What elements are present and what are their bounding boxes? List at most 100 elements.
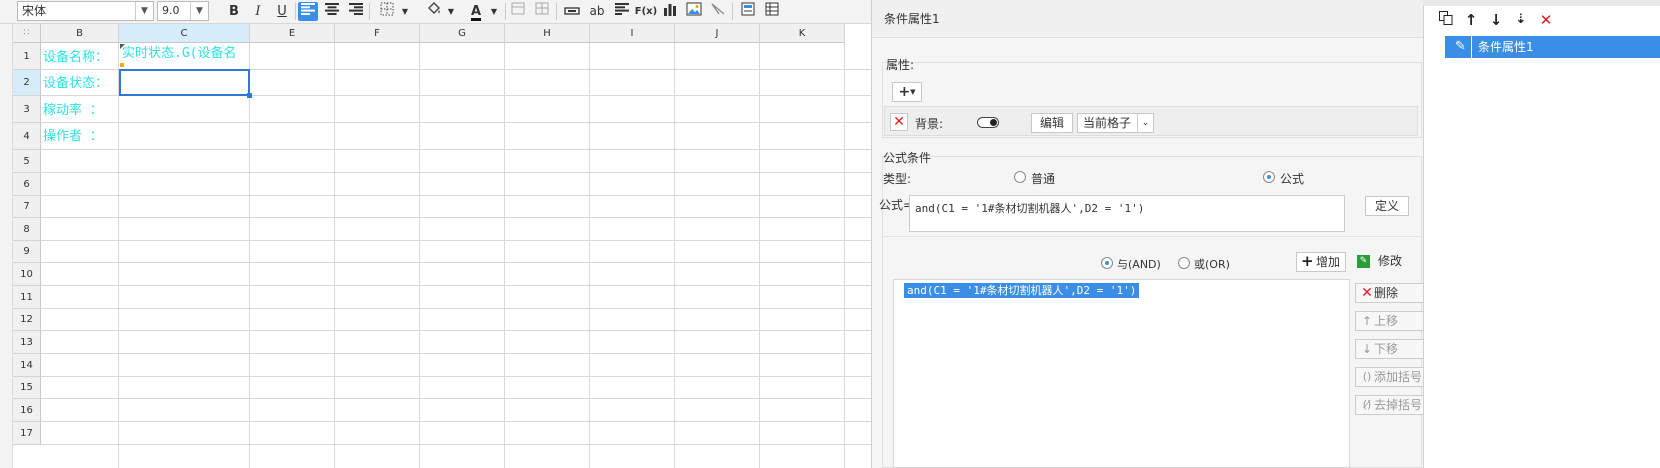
chevron-down-icon[interactable]: ▼ (441, 2, 461, 21)
row-header-9[interactable]: 9 (13, 241, 41, 263)
or-radio[interactable] (1178, 257, 1190, 269)
align-center-button[interactable] (322, 2, 342, 21)
row-header-2[interactable]: 2 (13, 70, 41, 96)
cell-c1[interactable]: 实时状态.G(设备名 (122, 43, 249, 65)
align-left-button[interactable] (298, 2, 318, 21)
split-cells-button[interactable] (532, 2, 552, 21)
delete-condition-button[interactable]: ✕ 删除 (1355, 283, 1429, 303)
scope-select[interactable]: 当前格子 ⌄ (1077, 113, 1154, 133)
add-condition-button[interactable]: + 增加 (1296, 252, 1346, 272)
cell-b4[interactable]: 操作者 ： (43, 124, 120, 150)
modify-icon: ✎ (1357, 255, 1370, 268)
condition-list-item[interactable]: and(C1 = '1#条材切割机器人',D2 = '1') (904, 283, 1140, 298)
selected-cell-c2[interactable] (119, 69, 252, 98)
chevron-down-icon[interactable]: ▼ (135, 2, 153, 20)
column-header-j[interactable]: J (675, 24, 760, 43)
cell-b1[interactable]: 设备名称： (43, 45, 120, 71)
column-header-g[interactable]: G (420, 24, 505, 43)
row-header-13[interactable]: 13 (13, 331, 41, 354)
italic-button[interactable]: I (248, 2, 268, 21)
row-header-6[interactable]: 6 (13, 173, 41, 196)
fill-handle[interactable] (247, 93, 252, 98)
move-up-icon[interactable]: ↑ (1461, 10, 1481, 30)
row-header-4[interactable]: 4 (13, 123, 41, 150)
add-attribute-button[interactable]: +▼ (892, 82, 922, 102)
border-button[interactable] (377, 2, 397, 21)
row-header-8[interactable]: 8 (13, 218, 41, 241)
text-field-button[interactable] (562, 2, 582, 21)
chevron-down-icon[interactable]: ▼ (395, 2, 415, 21)
column-header-b[interactable]: B (41, 24, 119, 43)
add-parenthesis-button[interactable]: () 添加括号 (1355, 367, 1429, 387)
column-header-f[interactable]: F (335, 24, 420, 43)
font-size-value: 9.0 (162, 4, 180, 17)
font-color-icon: A (470, 4, 482, 21)
row-header-16[interactable]: 16 (13, 399, 41, 422)
formula-button[interactable]: F(x) (634, 2, 658, 21)
chevron-down-icon[interactable]: ▼ (484, 2, 504, 21)
row-header-5[interactable]: 5 (13, 150, 41, 173)
row-header-15[interactable]: 15 (13, 377, 41, 399)
row-header-3[interactable]: 3 (13, 96, 41, 123)
slash-line-button[interactable] (708, 2, 728, 21)
column-header-h[interactable]: H (505, 24, 590, 43)
merge-cells-button[interactable] (508, 2, 528, 21)
grid-row-line (41, 149, 871, 150)
define-button[interactable]: 定义 (1365, 196, 1409, 216)
row-header-10[interactable]: 10 (13, 263, 41, 286)
column-header-e[interactable]: E (250, 24, 335, 43)
column-header-i[interactable]: I (590, 24, 675, 43)
row-header-1[interactable]: 1 (13, 43, 41, 70)
paragraph-button[interactable] (612, 2, 632, 21)
row-header-14[interactable]: 14 (13, 354, 41, 377)
grid-row-line (41, 330, 871, 331)
list-item-selected[interactable]: ✎ 条件属性1 (1445, 36, 1660, 58)
chart-button[interactable] (660, 2, 680, 21)
type-normal-radio[interactable] (1014, 171, 1026, 183)
cell-comment-marker (120, 44, 125, 49)
chevron-down-icon[interactable]: ▼ (190, 2, 208, 20)
delete-icon[interactable]: ✕ (1536, 10, 1556, 30)
cell-b2[interactable]: 设备状态： (43, 71, 120, 96)
font-family-select[interactable]: 宋体 ▼ (17, 1, 154, 21)
cell-b3[interactable]: 稼动率 ： (43, 97, 120, 124)
image-button[interactable] (684, 2, 704, 21)
font-size-select[interactable]: 9.0 ▼ (157, 1, 209, 21)
row-header-7[interactable]: 7 (13, 196, 41, 218)
select-all-corner[interactable]: ∷ (13, 24, 41, 43)
and-radio[interactable] (1101, 257, 1113, 269)
condition-list[interactable]: and(C1 = '1#条材切割机器人',D2 = '1') (893, 279, 1350, 468)
edit-button[interactable]: 编辑 (1031, 113, 1073, 133)
add-parenthesis-label: 添加括号 (1374, 370, 1423, 384)
formula-input[interactable]: and(C1 = '1#条材切割机器人',D2 = '1') (909, 195, 1345, 232)
modify-condition-button[interactable]: ✎ 修改 (1354, 252, 1412, 272)
sheet-button[interactable] (762, 2, 782, 21)
move-up-button[interactable]: ↑ 上移 (1355, 311, 1429, 331)
spreadsheet-grid[interactable]: ∷ BCEFGHIJK 1 2 3 4 5 6 7 8 9 10 11 12 13 14 15 16 17 设备… (13, 24, 871, 468)
row-header-17[interactable]: 17 (13, 422, 41, 445)
chevron-down-icon[interactable]: ⌄ (1137, 114, 1153, 132)
grid-column-line (504, 43, 505, 468)
remove-attribute-icon[interactable]: ✕ (890, 113, 908, 131)
form-button[interactable] (738, 2, 758, 21)
row-header-12[interactable]: 12 (13, 309, 41, 331)
remove-parenthesis-button[interactable]: ()̸ 去掉括号 (1355, 395, 1429, 415)
row-header-11[interactable]: 11 (13, 286, 41, 309)
bold-button[interactable]: B (224, 2, 244, 21)
move-down-icon[interactable]: ↓ (1486, 10, 1506, 30)
align-right-button[interactable] (346, 2, 366, 21)
background-toggle[interactable] (977, 117, 999, 128)
left-edge-strip (0, 0, 13, 468)
text-button[interactable]: ab (587, 2, 607, 21)
copy-condition-button[interactable] (1436, 10, 1456, 30)
move-down-button[interactable]: ↓ 下移 (1355, 339, 1429, 359)
font-color-button[interactable]: A (466, 2, 486, 21)
type-formula-radio[interactable] (1263, 171, 1275, 183)
underline-button[interactable]: U (272, 2, 292, 21)
font-family-value: 宋体 (22, 4, 47, 18)
grid-column-line (334, 43, 335, 468)
move-bottom-icon[interactable]: ⇣ (1511, 10, 1531, 30)
column-header-k[interactable]: K (760, 24, 845, 43)
column-header-c[interactable]: C (119, 24, 250, 43)
grid-row-line (41, 262, 871, 263)
